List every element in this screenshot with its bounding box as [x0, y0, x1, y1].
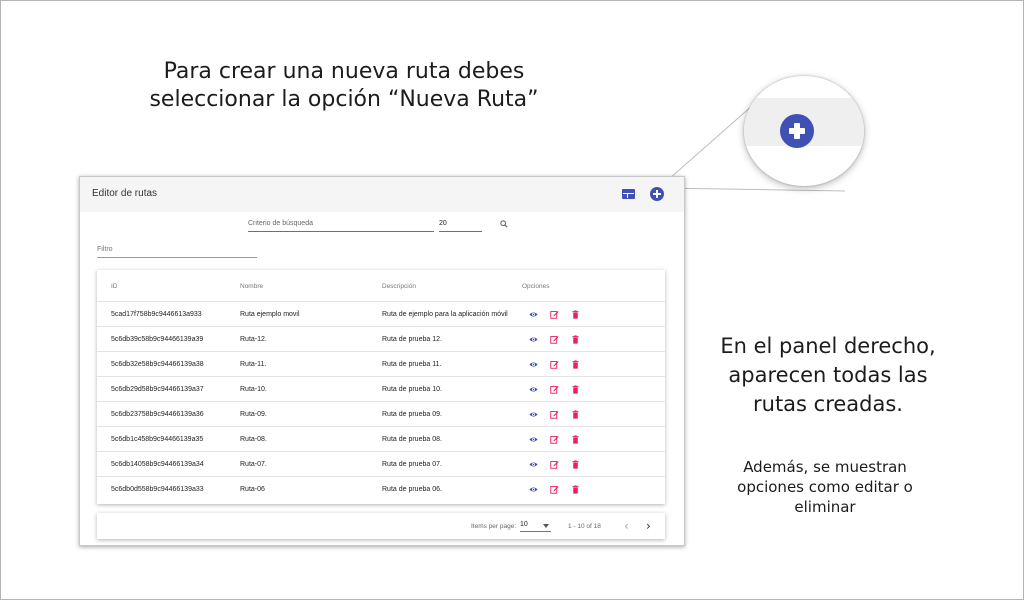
- trash-icon[interactable]: [571, 485, 580, 494]
- trash-icon[interactable]: [571, 410, 580, 419]
- cell-description: Ruta de prueba 10.: [382, 386, 442, 393]
- table-row[interactable]: 5c6db14058b9c94466139a34 Ruta-07. Ruta d…: [97, 451, 665, 477]
- cell-name: Ruta-08.: [240, 436, 267, 443]
- caption-line: seleccionar la opción “Nueva Ruta”: [149, 87, 539, 112]
- cell-name: Ruta ejemplo movil: [240, 311, 300, 318]
- eye-icon[interactable]: [529, 410, 538, 419]
- cell-id: 5c6db0d558b9c94466139a33: [111, 486, 204, 493]
- trash-icon[interactable]: [571, 335, 580, 344]
- search-icon[interactable]: [500, 220, 508, 228]
- cell-name: Ruta-10.: [240, 386, 267, 393]
- table-row[interactable]: 5c6db39c58b9c94466139a39 Ruta-12. Ruta d…: [97, 326, 665, 352]
- edit-icon[interactable]: [550, 460, 559, 469]
- trash-icon[interactable]: [571, 310, 580, 319]
- chevron-left-icon[interactable]: ‹: [624, 519, 629, 533]
- items-per-page-label: Items per page:: [471, 523, 517, 530]
- chevron-right-icon[interactable]: ›: [646, 519, 651, 533]
- cell-name: Ruta-09.: [240, 411, 267, 418]
- caret-down-icon: [543, 524, 549, 528]
- eye-icon[interactable]: [529, 385, 538, 394]
- caption-line: eliminar: [794, 498, 856, 516]
- edit-icon[interactable]: [550, 435, 559, 444]
- cell-description: Ruta de ejemplo para la aplicación móvil: [382, 311, 508, 318]
- page-size-value: 10: [520, 521, 528, 528]
- cell-id: 5c6db32e58b9c94466139a38: [111, 361, 204, 368]
- caption-line: opciones como editar o: [737, 478, 913, 496]
- caption-line: aparecen todas las: [728, 363, 928, 387]
- cell-id: 5c6db1c458b9c94466139a35: [111, 436, 204, 443]
- table-row[interactable]: 5c6db32e58b9c94466139a38 Ruta-11. Ruta d…: [97, 351, 665, 377]
- column-header-options: Opciones: [522, 283, 550, 290]
- cell-id: 5c6db23758b9c94466139a36: [111, 411, 204, 418]
- add-circle-icon[interactable]: [650, 187, 664, 201]
- eye-icon[interactable]: [529, 335, 538, 344]
- edit-icon[interactable]: [550, 410, 559, 419]
- column-header-id: ID: [111, 283, 118, 290]
- routes-editor-panel: Editor de rutas Criterio de búsqueda 20 …: [79, 176, 685, 546]
- instruction-caption: Para crear una nueva ruta debes seleccio…: [120, 58, 568, 114]
- caption-line: En el panel derecho,: [720, 334, 936, 358]
- page-size-select[interactable]: 10: [520, 521, 551, 532]
- caption-line: rutas creadas.: [753, 392, 903, 416]
- eye-icon[interactable]: [529, 485, 538, 494]
- zoom-callout: [744, 76, 864, 186]
- cell-description: Ruta de prueba 09.: [382, 411, 442, 418]
- cell-id: 5c6db39c58b9c94466139a39: [111, 336, 204, 343]
- edit-icon[interactable]: [550, 335, 559, 344]
- routes-table: ID Nombre Descripción Opciones 5cad17f75…: [97, 270, 665, 504]
- edit-icon[interactable]: [550, 385, 559, 394]
- table-row[interactable]: 5c6db1c458b9c94466139a35 Ruta-08. Ruta d…: [97, 426, 665, 452]
- panel-title: Editor de rutas: [92, 188, 158, 199]
- table-row[interactable]: 5cad17f758b9c9446613a933 Ruta ejemplo mo…: [97, 301, 665, 327]
- grid-view-icon[interactable]: [622, 189, 635, 199]
- cell-description: Ruta de prueba 08.: [382, 436, 442, 443]
- page-range: 1 - 10 of 18: [568, 523, 601, 530]
- trash-icon[interactable]: [571, 435, 580, 444]
- cell-id: 5c6db14058b9c94466139a34: [111, 461, 204, 468]
- panel-header: Editor de rutas: [80, 177, 684, 212]
- panel-caption: En el panel derecho, aparecen todas las …: [700, 332, 956, 419]
- table-row[interactable]: 5c6db0d558b9c94466139a33 Ruta-06 Ruta de…: [97, 476, 665, 502]
- cell-name: Ruta-06: [240, 486, 265, 493]
- column-header-name: Nombre: [240, 283, 264, 290]
- table-row[interactable]: 5c6db23758b9c94466139a36 Ruta-09. Ruta d…: [97, 401, 665, 427]
- cell-name: Ruta-11.: [240, 361, 267, 368]
- cell-description: Ruta de prueba 06.: [382, 486, 442, 493]
- cell-description: Ruta de prueba 12.: [382, 336, 442, 343]
- caption-line: Para crear una nueva ruta debes: [163, 59, 525, 84]
- trash-icon[interactable]: [571, 460, 580, 469]
- cell-description: Ruta de prueba 11.: [382, 361, 442, 368]
- add-circle-icon: [780, 114, 814, 148]
- filter-input[interactable]: Filtro: [97, 246, 257, 258]
- column-header-description: Descripción: [382, 283, 416, 290]
- cell-name: Ruta-07.: [240, 461, 267, 468]
- eye-icon[interactable]: [529, 360, 538, 369]
- cell-id: 5c6db29d58b9c94466139a37: [111, 386, 204, 393]
- search-input[interactable]: Criterio de búsqueda: [248, 220, 434, 232]
- eye-icon[interactable]: [529, 435, 538, 444]
- paginator: Items per page: 10 1 - 10 of 18 ‹ ›: [97, 513, 665, 539]
- edit-icon[interactable]: [550, 360, 559, 369]
- eye-icon[interactable]: [529, 310, 538, 319]
- edit-icon[interactable]: [550, 310, 559, 319]
- caption-line: Además, se muestran: [743, 458, 907, 476]
- cell-name: Ruta-12.: [240, 336, 267, 343]
- cell-id: 5cad17f758b9c9446613a933: [111, 311, 202, 318]
- table-row[interactable]: 5c6db29d58b9c94466139a37 Ruta-10. Ruta d…: [97, 376, 665, 402]
- eye-icon[interactable]: [529, 460, 538, 469]
- options-caption: Además, se muestran opciones como editar…: [714, 457, 936, 517]
- trash-icon[interactable]: [571, 360, 580, 369]
- count-input[interactable]: 20: [439, 220, 482, 232]
- trash-icon[interactable]: [571, 385, 580, 394]
- cell-description: Ruta de prueba 07.: [382, 461, 442, 468]
- edit-icon[interactable]: [550, 485, 559, 494]
